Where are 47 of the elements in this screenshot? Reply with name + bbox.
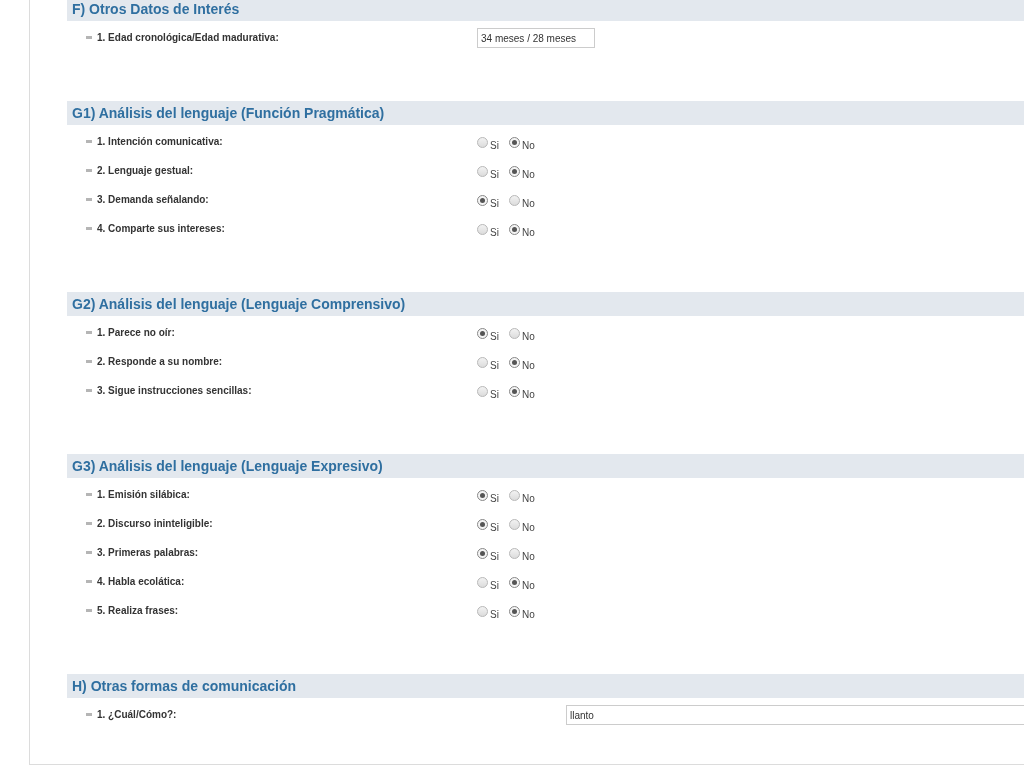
radio-option[interactable]: No: [508, 386, 535, 397]
radio-option[interactable]: No: [508, 490, 535, 501]
radio-option[interactable]: No: [508, 606, 535, 617]
bullet-icon: [86, 551, 92, 554]
question-label: 1. ¿Cuál/Cómo?:: [97, 709, 178, 720]
radio-option[interactable]: No: [508, 519, 535, 530]
bullet-icon: [86, 169, 92, 172]
question-label: 1. Emisión silábica:: [97, 489, 191, 500]
text-field[interactable]: llanto: [566, 705, 1024, 725]
question-label: 4. Comparte sus intereses:: [97, 223, 226, 234]
section-header: G3) Análisis del lenguaje (Lenguaje Expresivo): [67, 454, 1024, 478]
bullet-icon: [86, 580, 92, 583]
radio-option[interactable]: No: [508, 357, 535, 368]
bullet-icon: [86, 36, 92, 39]
radio-option[interactable]: No: [508, 195, 535, 206]
radio-option[interactable]: No: [508, 224, 535, 235]
bullet-icon: [86, 360, 92, 363]
question-label: 1. Parece no oír:: [97, 327, 176, 338]
question-label: 1. Intención comunicativa:: [97, 136, 224, 147]
bullet-icon: [86, 493, 92, 496]
radio-option[interactable]: No: [508, 577, 535, 588]
section-header: H) Otras formas de comunicación: [67, 674, 1024, 698]
question-label: 3. Sigue instrucciones sencillas:: [97, 385, 253, 396]
section-header: F) Otros Datos de Interés: [67, 0, 1024, 21]
radio-option[interactable]: No: [508, 328, 535, 339]
question-label: 5. Realiza frases:: [97, 605, 180, 616]
bullet-icon: [86, 713, 92, 716]
bullet-icon: [86, 609, 92, 612]
bullet-icon: [86, 198, 92, 201]
section-header: G2) Análisis del lenguaje (Lenguaje Comprensivo): [67, 292, 1024, 316]
radio-option[interactable]: No: [508, 166, 535, 177]
question-label: 1. Edad cronológica/Edad madurativa:: [97, 32, 280, 43]
radio-option[interactable]: No: [508, 548, 535, 559]
section-header: G1) Análisis del lenguaje (Función Pragmática): [67, 101, 1024, 125]
question-label: 3. Demanda señalando:: [97, 194, 210, 205]
radio-option[interactable]: No: [508, 137, 535, 148]
question-label: 3. Primeras palabras:: [97, 547, 200, 558]
question-label: 2. Lenguaje gestual:: [97, 165, 195, 176]
bullet-icon: [86, 227, 92, 230]
bullet-icon: [86, 389, 92, 392]
question-label: 2. Discurso ininteligible:: [97, 518, 214, 529]
text-field[interactable]: 34 meses / 28 meses: [477, 28, 595, 48]
bullet-icon: [86, 522, 92, 525]
question-label: 2. Responde a su nombre:: [97, 356, 224, 367]
question-label: 4. Habla ecolática:: [97, 576, 186, 587]
bullet-icon: [86, 331, 92, 334]
bullet-icon: [86, 140, 92, 143]
